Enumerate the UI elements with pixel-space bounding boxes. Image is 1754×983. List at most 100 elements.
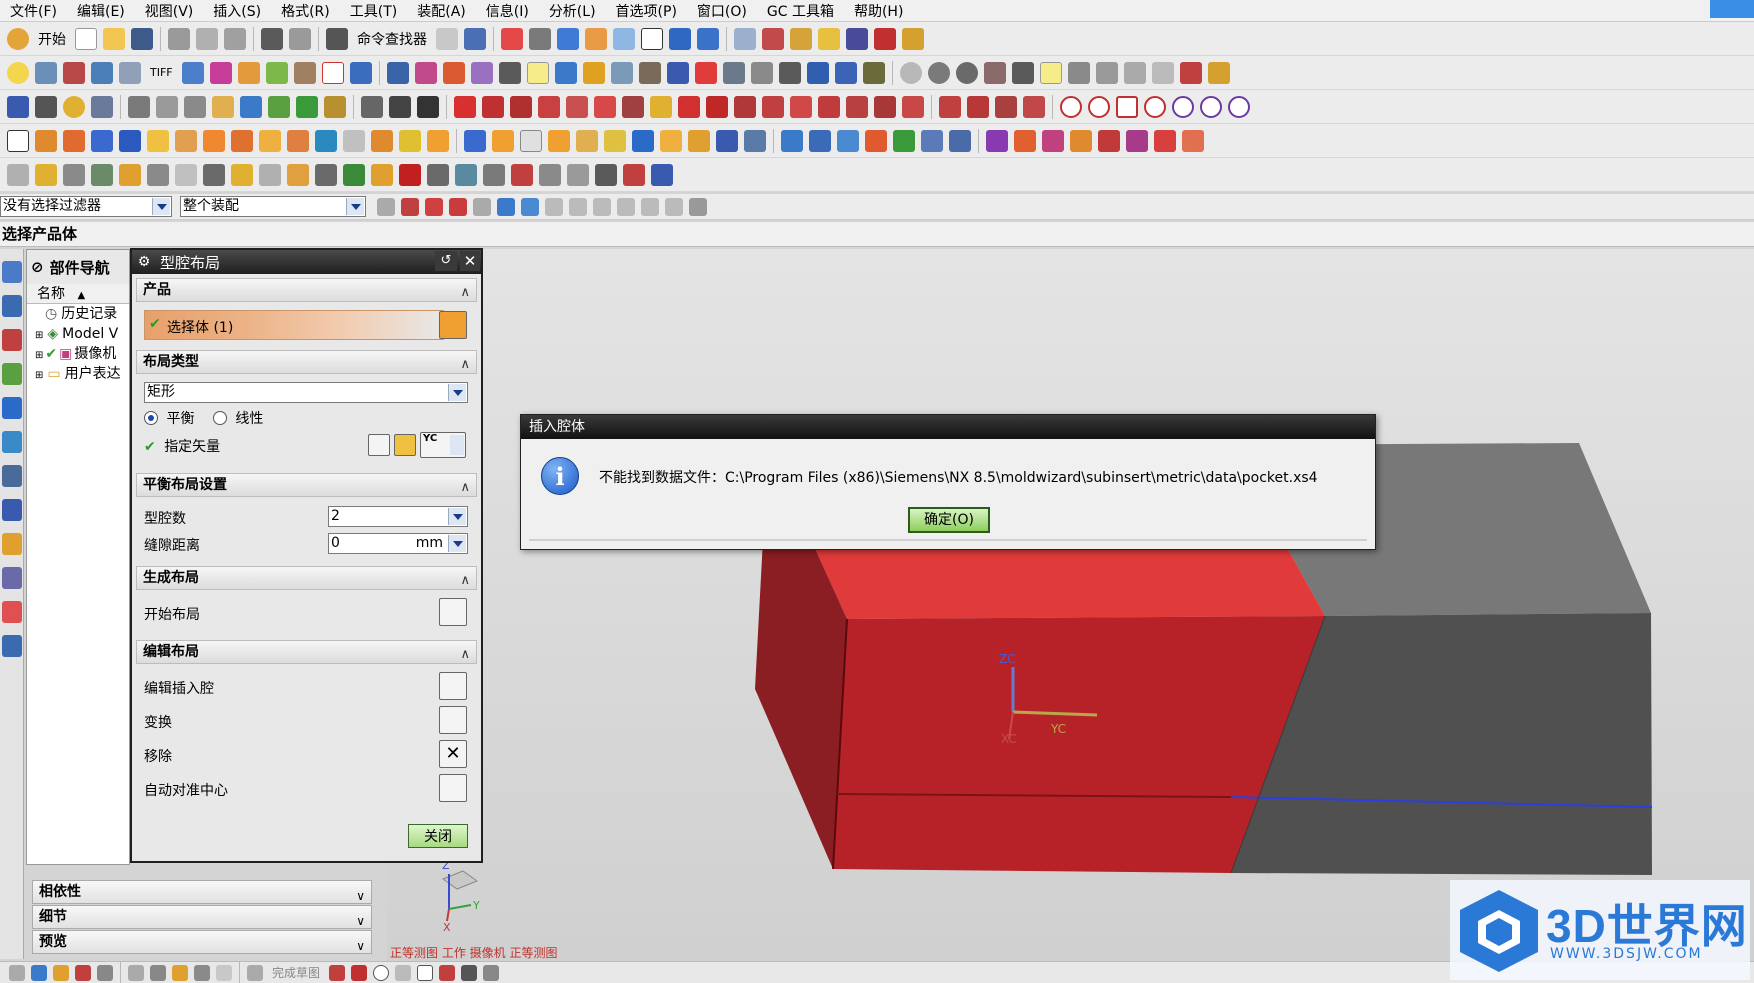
offset-curve-icon[interactable] xyxy=(566,95,588,118)
redo-icon[interactable] xyxy=(289,27,311,50)
unite-icon[interactable] xyxy=(371,129,393,152)
bulb-icon[interactable] xyxy=(7,61,29,84)
constraint-icon[interactable] xyxy=(75,964,91,981)
menu-assembly[interactable]: 装配(A) xyxy=(407,1,476,21)
thread-icon[interactable] xyxy=(343,129,365,152)
selection-scope-select[interactable]: 整个装配 xyxy=(180,196,366,217)
open-folder-icon[interactable] xyxy=(103,27,125,50)
gear-tool-icon[interactable] xyxy=(119,163,141,186)
edit-layout-section-header[interactable]: 编辑布局 ∧ xyxy=(136,640,477,664)
measure-icon[interactable] xyxy=(846,27,868,50)
expand-icon[interactable]: ⊞ xyxy=(35,370,43,381)
pin-icon[interactable]: ⊘ xyxy=(31,258,44,276)
subtract-icon[interactable] xyxy=(399,129,421,152)
disk-icon[interactable] xyxy=(927,61,950,84)
boss-icon[interactable] xyxy=(203,129,225,152)
chevron-down-icon[interactable] xyxy=(448,535,466,552)
gap-distance-input[interactable]: 0 mm xyxy=(328,533,468,554)
layout-icon[interactable] xyxy=(181,61,204,84)
intersect-curve-icon[interactable] xyxy=(622,95,644,118)
shell-icon[interactable] xyxy=(520,129,542,152)
law-curve-icon[interactable] xyxy=(874,95,896,118)
menu-view[interactable]: 视图(V) xyxy=(135,1,204,21)
check-region-icon[interactable] xyxy=(237,61,260,84)
user-icon[interactable] xyxy=(554,61,577,84)
box-icon[interactable] xyxy=(1116,95,1138,118)
menu-file[interactable]: 文件(F) xyxy=(0,1,67,21)
label-icon[interactable] xyxy=(212,95,234,118)
assembly-nav-icon[interactable] xyxy=(669,27,691,50)
corner-app-button[interactable] xyxy=(1710,0,1754,18)
table-icon[interactable] xyxy=(184,95,206,118)
extend-sheet-icon[interactable] xyxy=(1042,129,1064,152)
tiff-icon[interactable]: TIFF xyxy=(150,66,173,79)
chevron-down-icon[interactable] xyxy=(152,198,170,215)
sketch-tool-icon[interactable] xyxy=(762,27,784,50)
grid-icon[interactable] xyxy=(874,27,896,50)
close-button[interactable]: 关闭 xyxy=(408,824,468,848)
reverse-direction-icon[interactable] xyxy=(368,434,390,456)
edge-blend-icon[interactable] xyxy=(464,129,486,152)
radio-linear[interactable] xyxy=(212,411,227,425)
circle-point-icon[interactable] xyxy=(1088,95,1110,118)
menu-preferences[interactable]: 首选项(P) xyxy=(606,1,687,21)
tree-item-model-views[interactable]: ⊞ ◈ Model V xyxy=(27,324,129,344)
chain-icon[interactable] xyxy=(650,95,672,118)
hammer-icon[interactable] xyxy=(268,95,290,118)
cross-section-icon[interactable] xyxy=(427,163,449,186)
body-select-icon[interactable] xyxy=(521,197,539,216)
circle-sketch-icon[interactable] xyxy=(373,964,390,981)
component-select-icon[interactable] xyxy=(497,197,515,216)
datum-icon[interactable] xyxy=(128,95,150,118)
endpoint-icon[interactable] xyxy=(545,197,563,216)
palette-icon[interactable] xyxy=(2,533,22,555)
fillet-curve-icon[interactable] xyxy=(939,95,961,118)
new-file-icon[interactable] xyxy=(75,27,97,50)
mold-csys-icon[interactable] xyxy=(63,61,85,84)
snap-icon[interactable] xyxy=(790,27,812,50)
profile-icon[interactable] xyxy=(329,964,346,981)
layout-type-section-header[interactable]: 布局类型 ∧ xyxy=(136,350,477,374)
abc-icon[interactable] xyxy=(324,95,346,118)
layout-type-select[interactable]: 矩形 xyxy=(144,382,468,403)
spacing-icon[interactable] xyxy=(287,163,309,186)
selection-filter-select[interactable]: 没有选择过滤器 xyxy=(0,196,172,217)
sphere-icon[interactable] xyxy=(899,61,922,84)
join-icon[interactable] xyxy=(790,95,812,118)
edge-patch-icon[interactable] xyxy=(1154,129,1176,152)
body-icon[interactable] xyxy=(1011,61,1034,84)
explode-icon[interactable] xyxy=(150,964,166,981)
cylinder-feature-icon[interactable] xyxy=(119,129,141,152)
cone-icon[interactable] xyxy=(147,129,169,152)
tree-item-cameras[interactable]: ⊞ ✔ ▣ 摄像机 xyxy=(27,344,129,364)
key-icon[interactable] xyxy=(1207,61,1230,84)
clock-icon[interactable] xyxy=(2,465,22,487)
chamfer-icon[interactable] xyxy=(538,95,560,118)
binoculars-icon[interactable] xyxy=(326,27,348,50)
cavity-layout-icon[interactable] xyxy=(321,61,344,84)
save-icon[interactable] xyxy=(131,27,153,50)
deselect-icon[interactable] xyxy=(449,197,467,216)
expand-icon[interactable]: ⊞ xyxy=(35,330,43,341)
menu-format[interactable]: 格式(R) xyxy=(271,1,340,21)
cross-icon[interactable] xyxy=(762,95,784,118)
hole-table-icon[interactable] xyxy=(862,61,885,84)
graphics-window[interactable]: ZC YC XC Z Y X xyxy=(387,249,1754,961)
point-on-face-icon[interactable] xyxy=(689,197,707,216)
gear-icon[interactable]: ⚙ xyxy=(134,253,154,271)
text-curve-icon[interactable] xyxy=(417,95,439,118)
runner-icon[interactable] xyxy=(414,61,437,84)
clipboard-icon[interactable] xyxy=(7,163,29,186)
tool-icon[interactable] xyxy=(91,95,113,118)
fillet-sketch-icon[interactable] xyxy=(395,964,412,981)
dots-icon[interactable] xyxy=(1151,61,1174,84)
fit-view-icon[interactable] xyxy=(501,27,523,50)
trim-body-icon[interactable] xyxy=(604,129,626,152)
mold-tools-icon[interactable] xyxy=(986,129,1008,152)
menu-help[interactable]: 帮助(H) xyxy=(844,1,913,21)
column-header-name[interactable]: 名称 ▲ xyxy=(27,284,129,304)
snap-toggle-icon[interactable] xyxy=(9,964,25,981)
copy-face-icon[interactable] xyxy=(921,129,943,152)
height-icon[interactable] xyxy=(371,163,393,186)
rectangle-select-icon[interactable] xyxy=(473,197,491,216)
